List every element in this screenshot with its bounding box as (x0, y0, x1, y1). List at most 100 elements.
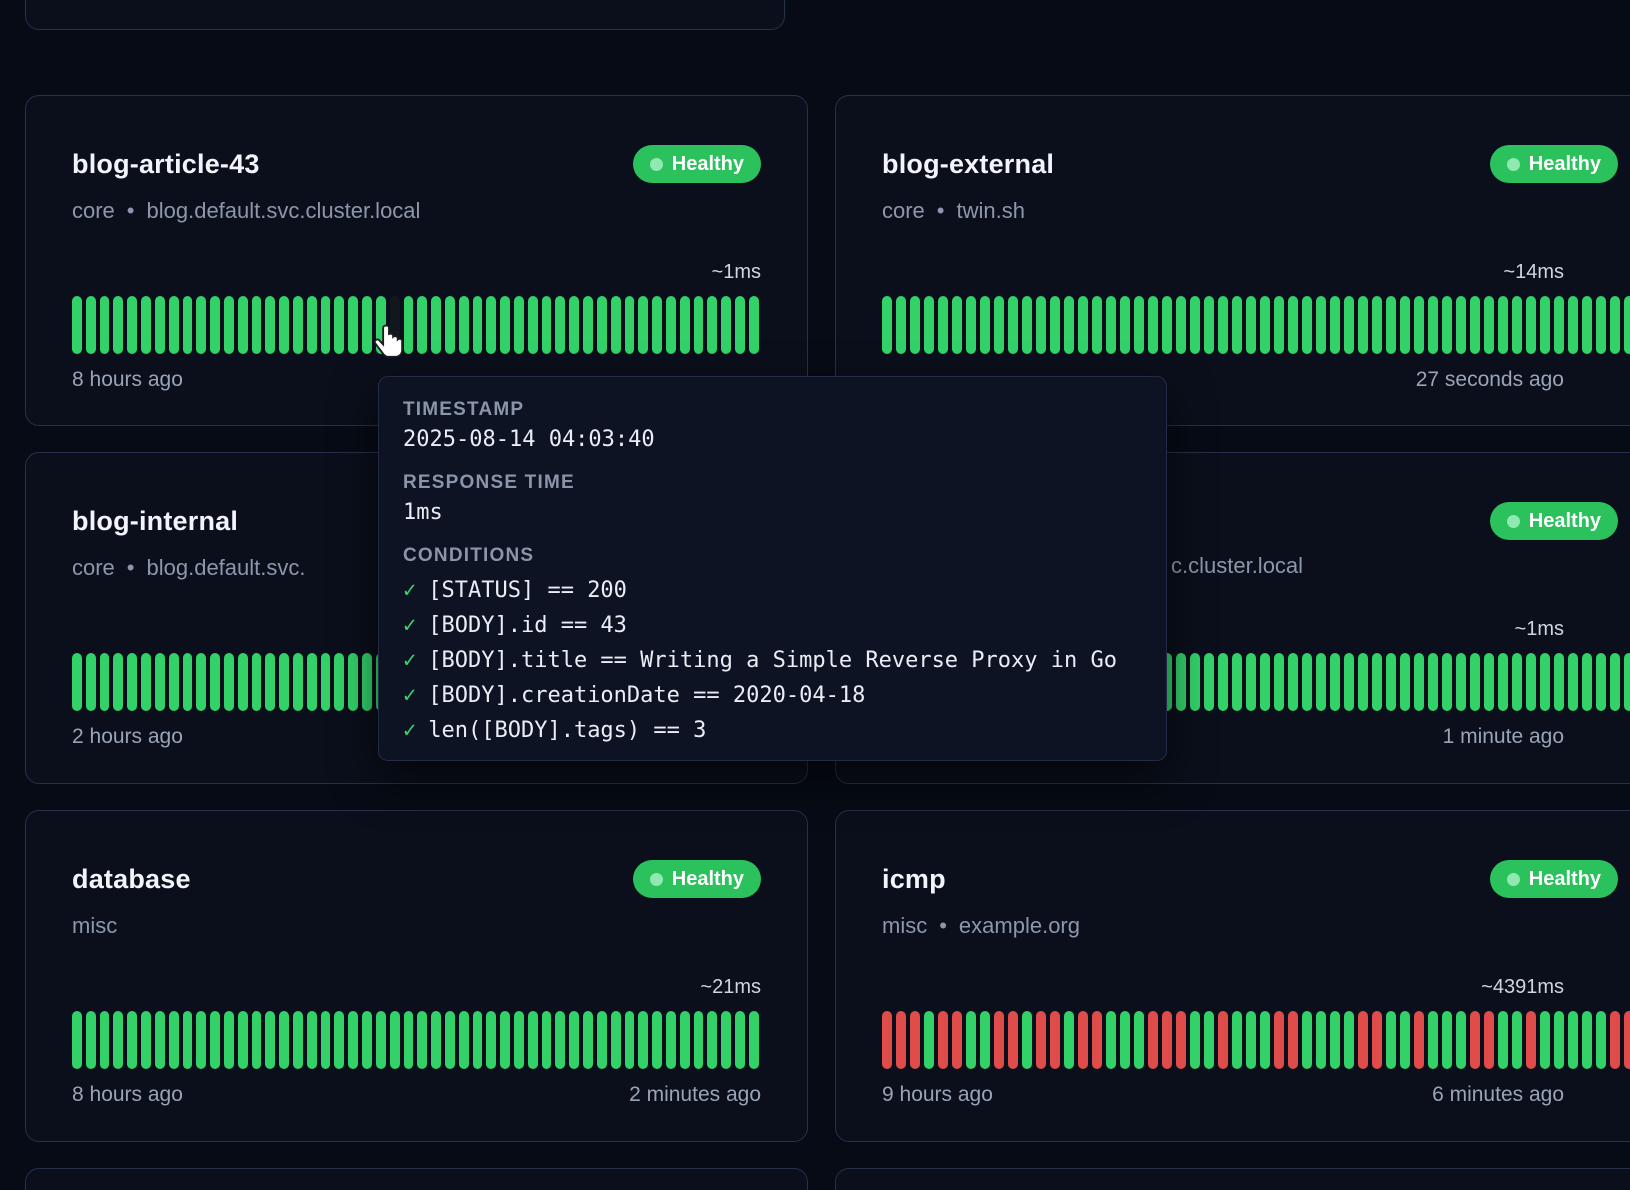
status-bar[interactable] (307, 1011, 317, 1069)
status-bar[interactable] (86, 1011, 96, 1069)
status-bar[interactable] (1624, 296, 1630, 354)
status-bar[interactable] (1246, 1011, 1256, 1069)
status-bar[interactable] (625, 1011, 635, 1069)
status-bar[interactable] (1554, 653, 1564, 711)
status-bar[interactable] (1470, 653, 1480, 711)
status-bar[interactable] (1036, 296, 1046, 354)
status-bar[interactable] (1624, 1011, 1630, 1069)
status-bar[interactable] (1610, 653, 1620, 711)
status-bar[interactable] (1218, 296, 1228, 354)
status-bar[interactable] (1022, 296, 1032, 354)
status-bar[interactable] (169, 1011, 179, 1069)
status-bar[interactable] (265, 296, 275, 354)
status-bar[interactable] (307, 653, 317, 711)
status-bar[interactable] (924, 1011, 934, 1069)
status-bar[interactable] (1554, 296, 1564, 354)
status-bar[interactable] (1190, 1011, 1200, 1069)
status-bar[interactable] (924, 296, 934, 354)
status-bar[interactable] (1582, 1011, 1592, 1069)
status-bar[interactable] (1302, 653, 1312, 711)
status-bar[interactable] (334, 1011, 344, 1069)
status-bar[interactable] (500, 296, 510, 354)
status-bar[interactable] (1274, 1011, 1284, 1069)
status-bar[interactable] (321, 1011, 331, 1069)
status-bar[interactable] (721, 1011, 731, 1069)
status-bar[interactable] (597, 1011, 607, 1069)
status-bar[interactable] (1148, 296, 1158, 354)
status-bar[interactable] (1428, 653, 1438, 711)
status-bar[interactable] (1008, 296, 1018, 354)
status-bar[interactable] (1148, 1011, 1158, 1069)
status-bar[interactable] (1204, 296, 1214, 354)
status-bar[interactable] (1302, 296, 1312, 354)
status-bar[interactable] (1498, 1011, 1508, 1069)
status-bar[interactable] (265, 653, 275, 711)
status-bar[interactable] (252, 653, 262, 711)
status-bar[interactable] (1176, 296, 1186, 354)
status-bar[interactable] (1050, 296, 1060, 354)
status-bar[interactable] (749, 1011, 759, 1069)
status-bar[interactable] (1568, 296, 1578, 354)
status-bar[interactable] (680, 1011, 690, 1069)
status-bar[interactable] (1246, 653, 1256, 711)
status-bar[interactable] (1232, 653, 1242, 711)
status-bar[interactable] (1330, 1011, 1340, 1069)
status-bar[interactable] (652, 1011, 662, 1069)
status-bar[interactable] (1260, 296, 1270, 354)
status-bar[interactable] (72, 1011, 82, 1069)
status-bar[interactable] (334, 296, 344, 354)
status-bar[interactable] (1526, 296, 1536, 354)
status-bar[interactable] (569, 1011, 579, 1069)
status-bar[interactable] (994, 296, 1004, 354)
status-bar[interactable] (279, 1011, 289, 1069)
status-bar[interactable] (86, 653, 96, 711)
status-bar[interactable] (1484, 296, 1494, 354)
status-bar[interactable] (1568, 1011, 1578, 1069)
status-bar[interactable] (980, 296, 990, 354)
status-bar[interactable] (1260, 653, 1270, 711)
status-bar[interactable] (1456, 296, 1466, 354)
status-bar[interactable] (183, 296, 193, 354)
status-bar[interactable] (1288, 296, 1298, 354)
status-bar[interactable] (1246, 296, 1256, 354)
status-bar[interactable] (1540, 296, 1550, 354)
status-bar[interactable] (293, 653, 303, 711)
status-bar[interactable] (1344, 653, 1354, 711)
status-bar[interactable] (1078, 1011, 1088, 1069)
status-bar[interactable] (293, 1011, 303, 1069)
status-bar[interactable] (238, 1011, 248, 1069)
status-bar[interactable] (1582, 296, 1592, 354)
status-bar[interactable] (1582, 653, 1592, 711)
status-bar[interactable] (86, 296, 96, 354)
status-bar[interactable] (896, 296, 906, 354)
status-bar[interactable] (666, 296, 676, 354)
status-bar[interactable] (1120, 296, 1130, 354)
status-bar[interactable] (1498, 653, 1508, 711)
status-bar[interactable] (473, 296, 483, 354)
status-bar[interactable] (1330, 296, 1340, 354)
status-bar[interactable] (1596, 296, 1606, 354)
status-bar[interactable] (334, 653, 344, 711)
status-bar[interactable] (882, 1011, 892, 1069)
status-bar[interactable] (1386, 296, 1396, 354)
status-bar[interactable] (1372, 1011, 1382, 1069)
card-partial-top[interactable] (25, 0, 785, 30)
status-bar[interactable] (896, 1011, 906, 1069)
status-bar[interactable] (1456, 653, 1466, 711)
status-bar[interactable] (155, 296, 165, 354)
status-bar[interactable] (1106, 1011, 1116, 1069)
status-bar[interactable] (1358, 1011, 1368, 1069)
status-bar[interactable] (1218, 1011, 1228, 1069)
status-bar[interactable] (1316, 296, 1326, 354)
status-bar[interactable] (1442, 296, 1452, 354)
status-bar[interactable] (569, 296, 579, 354)
status-bar[interactable] (597, 296, 607, 354)
status-bar[interactable] (638, 1011, 648, 1069)
status-bar[interactable] (1204, 1011, 1214, 1069)
status-bar[interactable] (1106, 296, 1116, 354)
status-bar[interactable] (169, 296, 179, 354)
status-bar[interactable] (1442, 1011, 1452, 1069)
status-bar[interactable] (1078, 296, 1088, 354)
status-bar[interactable] (1330, 653, 1340, 711)
status-bar[interactable] (694, 296, 704, 354)
